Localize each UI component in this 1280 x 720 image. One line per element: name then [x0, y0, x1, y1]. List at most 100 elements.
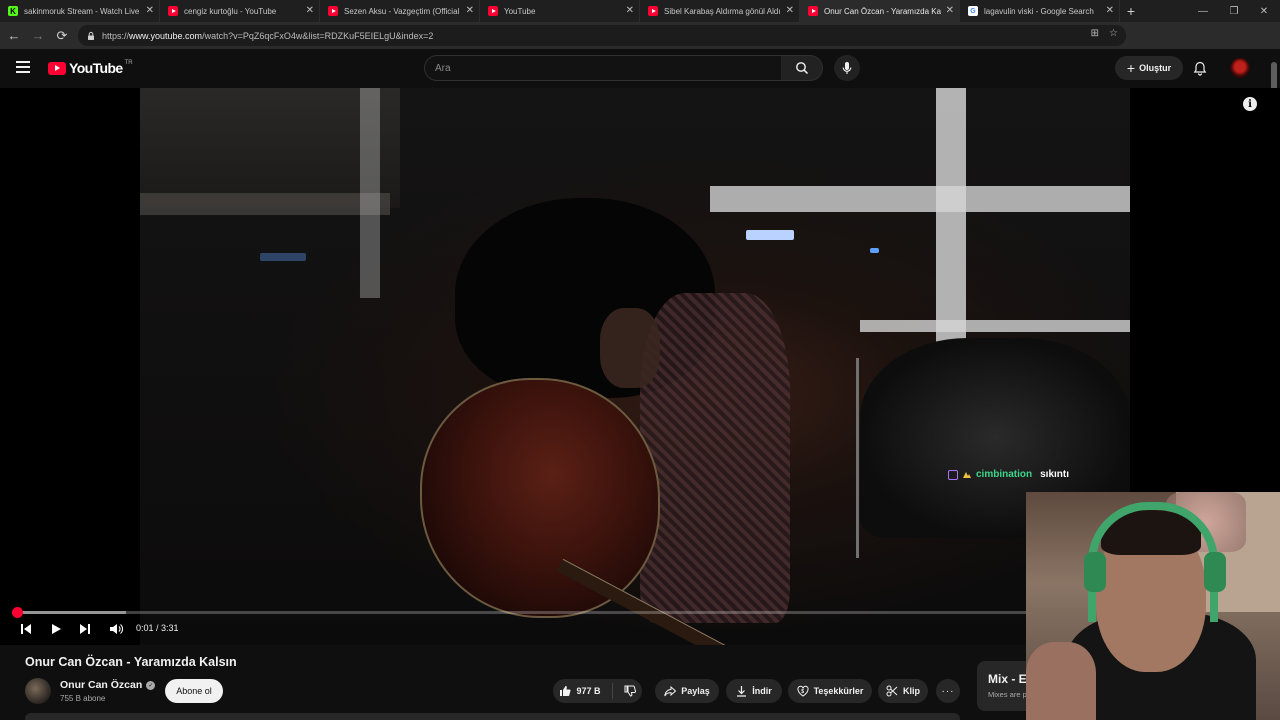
- time-display: 0:01 / 3:31: [136, 623, 179, 633]
- progress-bar[interactable]: [12, 607, 1028, 618]
- tab-close-icon[interactable]: ✕: [946, 5, 954, 17]
- account-avatar[interactable]: [1230, 58, 1250, 78]
- subscriber-count: 755 B abone: [60, 694, 106, 703]
- new-tab-button[interactable]: +: [1120, 0, 1142, 22]
- download-label: İndir: [752, 686, 772, 696]
- like-dislike-group: 977 B: [553, 679, 642, 703]
- skip-next-icon: [80, 624, 90, 634]
- next-button[interactable]: [75, 619, 95, 639]
- scissors-icon: [886, 685, 898, 697]
- browser-tab-6-active[interactable]: Onur Can Özcan - Yaramızda Kalsı ✕: [800, 0, 960, 22]
- youtube-favicon-icon: [168, 6, 178, 16]
- share-button[interactable]: Paylaş: [655, 679, 719, 703]
- super-thanks-icon: $: [797, 685, 809, 697]
- search-box[interactable]: [424, 55, 782, 81]
- thanks-button[interactable]: $ Teşekkürler: [788, 679, 872, 703]
- browser-tab-4[interactable]: YouTube ✕: [480, 0, 640, 22]
- channel-avatar[interactable]: [25, 678, 51, 704]
- youtube-favicon-icon: [648, 6, 658, 16]
- tab-close-icon[interactable]: ✕: [1106, 5, 1114, 17]
- info-icon[interactable]: i: [1243, 97, 1257, 111]
- browser-tab-5[interactable]: Sibel Karabaş Aldırma gönül Aldır ✕: [640, 0, 800, 22]
- video-scene-sweater: [640, 293, 790, 623]
- bookmark-star-icon[interactable]: ☆: [1109, 28, 1118, 39]
- tab-close-icon[interactable]: ✕: [306, 5, 314, 17]
- progress-scrubber[interactable]: [12, 607, 24, 618]
- play-icon: [52, 624, 61, 634]
- emote-badge-icon: [963, 471, 971, 478]
- tab-title: Onur Can Özcan - Yaramızda Kalsı: [824, 6, 941, 16]
- browser-tab-2[interactable]: cengiz kurtoğlu - YouTube ✕: [160, 0, 320, 22]
- search-input[interactable]: [435, 62, 781, 74]
- tab-close-icon[interactable]: ✕: [146, 5, 154, 17]
- app-install-icon[interactable]: ⊞: [1091, 28, 1099, 39]
- time-total: 3:31: [161, 623, 179, 633]
- tab-close-icon[interactable]: ✕: [626, 5, 634, 17]
- tab-title: Sezen Aksu - Vazgeçtim (Official: [344, 6, 460, 16]
- chat-overlay-message: cimbination sıkıntı: [948, 469, 1069, 480]
- share-label: Paylaş: [681, 686, 710, 696]
- url-host: www.youtube.com: [129, 30, 203, 41]
- video-scene-light: [746, 230, 794, 240]
- browser-toolbar: ← → ⟳ https://www.youtube.com/watch?v=Pq…: [0, 22, 1280, 65]
- channel-name[interactable]: Onur Can Özcan ✓: [60, 679, 156, 691]
- thumbs-down-icon[interactable]: [624, 685, 636, 697]
- mute-button[interactable]: [106, 619, 126, 639]
- forward-arrow-icon[interactable]: →: [26, 24, 50, 48]
- video-scene-light: [870, 248, 879, 253]
- tab-close-icon[interactable]: ✕: [786, 5, 794, 17]
- mix-title: Mix - E: [988, 672, 1027, 686]
- video-scene-person-face: [600, 308, 660, 388]
- reload-icon[interactable]: ⟳: [50, 24, 74, 48]
- chat-text: sıkıntı: [1040, 469, 1070, 480]
- hamburger-menu-icon[interactable]: [16, 61, 30, 73]
- skip-previous-icon: [21, 624, 31, 634]
- download-icon: [737, 686, 747, 697]
- channel-name-text: Onur Can Özcan: [60, 679, 143, 691]
- subscriber-badge-icon: [948, 469, 958, 480]
- minimize-icon[interactable]: —: [1187, 0, 1219, 22]
- kick-favicon-icon: K: [8, 6, 18, 16]
- like-count[interactable]: 977 B: [576, 686, 600, 696]
- back-arrow-icon[interactable]: ←: [2, 24, 26, 48]
- youtube-favicon-icon: [808, 6, 818, 16]
- thumbs-up-icon[interactable]: [559, 685, 572, 697]
- video-scene-mic-stand: [856, 358, 859, 558]
- notifications-button[interactable]: [1189, 57, 1211, 79]
- create-label: Oluştur: [1139, 63, 1172, 73]
- restore-icon[interactable]: ❐: [1218, 0, 1250, 22]
- create-button[interactable]: + Oluştur: [1115, 56, 1183, 80]
- like-separator: [611, 683, 613, 699]
- screen: K sakinmoruk Stream - Watch Live ✕ cengi…: [0, 0, 1280, 720]
- description-box[interactable]: [25, 713, 960, 720]
- more-actions-button[interactable]: ···: [936, 679, 960, 703]
- voice-search-button[interactable]: [834, 55, 860, 81]
- webcam-headset-ear: [1084, 552, 1106, 592]
- webcam-headset: [1088, 502, 1218, 622]
- browser-tab-1[interactable]: K sakinmoruk Stream - Watch Live ✕: [0, 0, 160, 22]
- browser-tab-3[interactable]: Sezen Aksu - Vazgeçtim (Official ✕: [320, 0, 480, 22]
- microphone-icon: [842, 62, 852, 74]
- youtube-logo[interactable]: YouTube TR: [48, 60, 133, 76]
- previous-button[interactable]: [16, 619, 36, 639]
- tab-close-icon[interactable]: ✕: [466, 5, 474, 17]
- play-button[interactable]: [46, 619, 66, 639]
- browser-tab-7[interactable]: G lagavulin viski - Google Search ✕: [960, 0, 1120, 22]
- video-scene-guitar: [420, 378, 660, 618]
- webcam-headset-ear: [1204, 552, 1226, 592]
- plus-icon: +: [1126, 60, 1136, 76]
- download-button[interactable]: İndir: [726, 679, 782, 703]
- video-scene-window-frame: [360, 88, 380, 298]
- streamer-webcam: [1026, 492, 1280, 720]
- mix-subtitle: Mixes are p: [988, 690, 1027, 699]
- search-button[interactable]: [781, 55, 823, 81]
- youtube-play-logo-icon: [48, 61, 66, 75]
- clip-button[interactable]: Klip: [878, 679, 928, 703]
- video-scene-window-frame: [710, 186, 1130, 212]
- time-current: 0:01: [136, 623, 154, 633]
- youtube-favicon-icon: [488, 6, 498, 16]
- address-bar[interactable]: https://www.youtube.com/watch?v=PqZ6qcFx…: [78, 25, 1126, 46]
- progress-loaded: [12, 611, 126, 614]
- window-close-icon[interactable]: ✕: [1248, 0, 1280, 22]
- subscribe-button[interactable]: Abone ol: [165, 679, 223, 703]
